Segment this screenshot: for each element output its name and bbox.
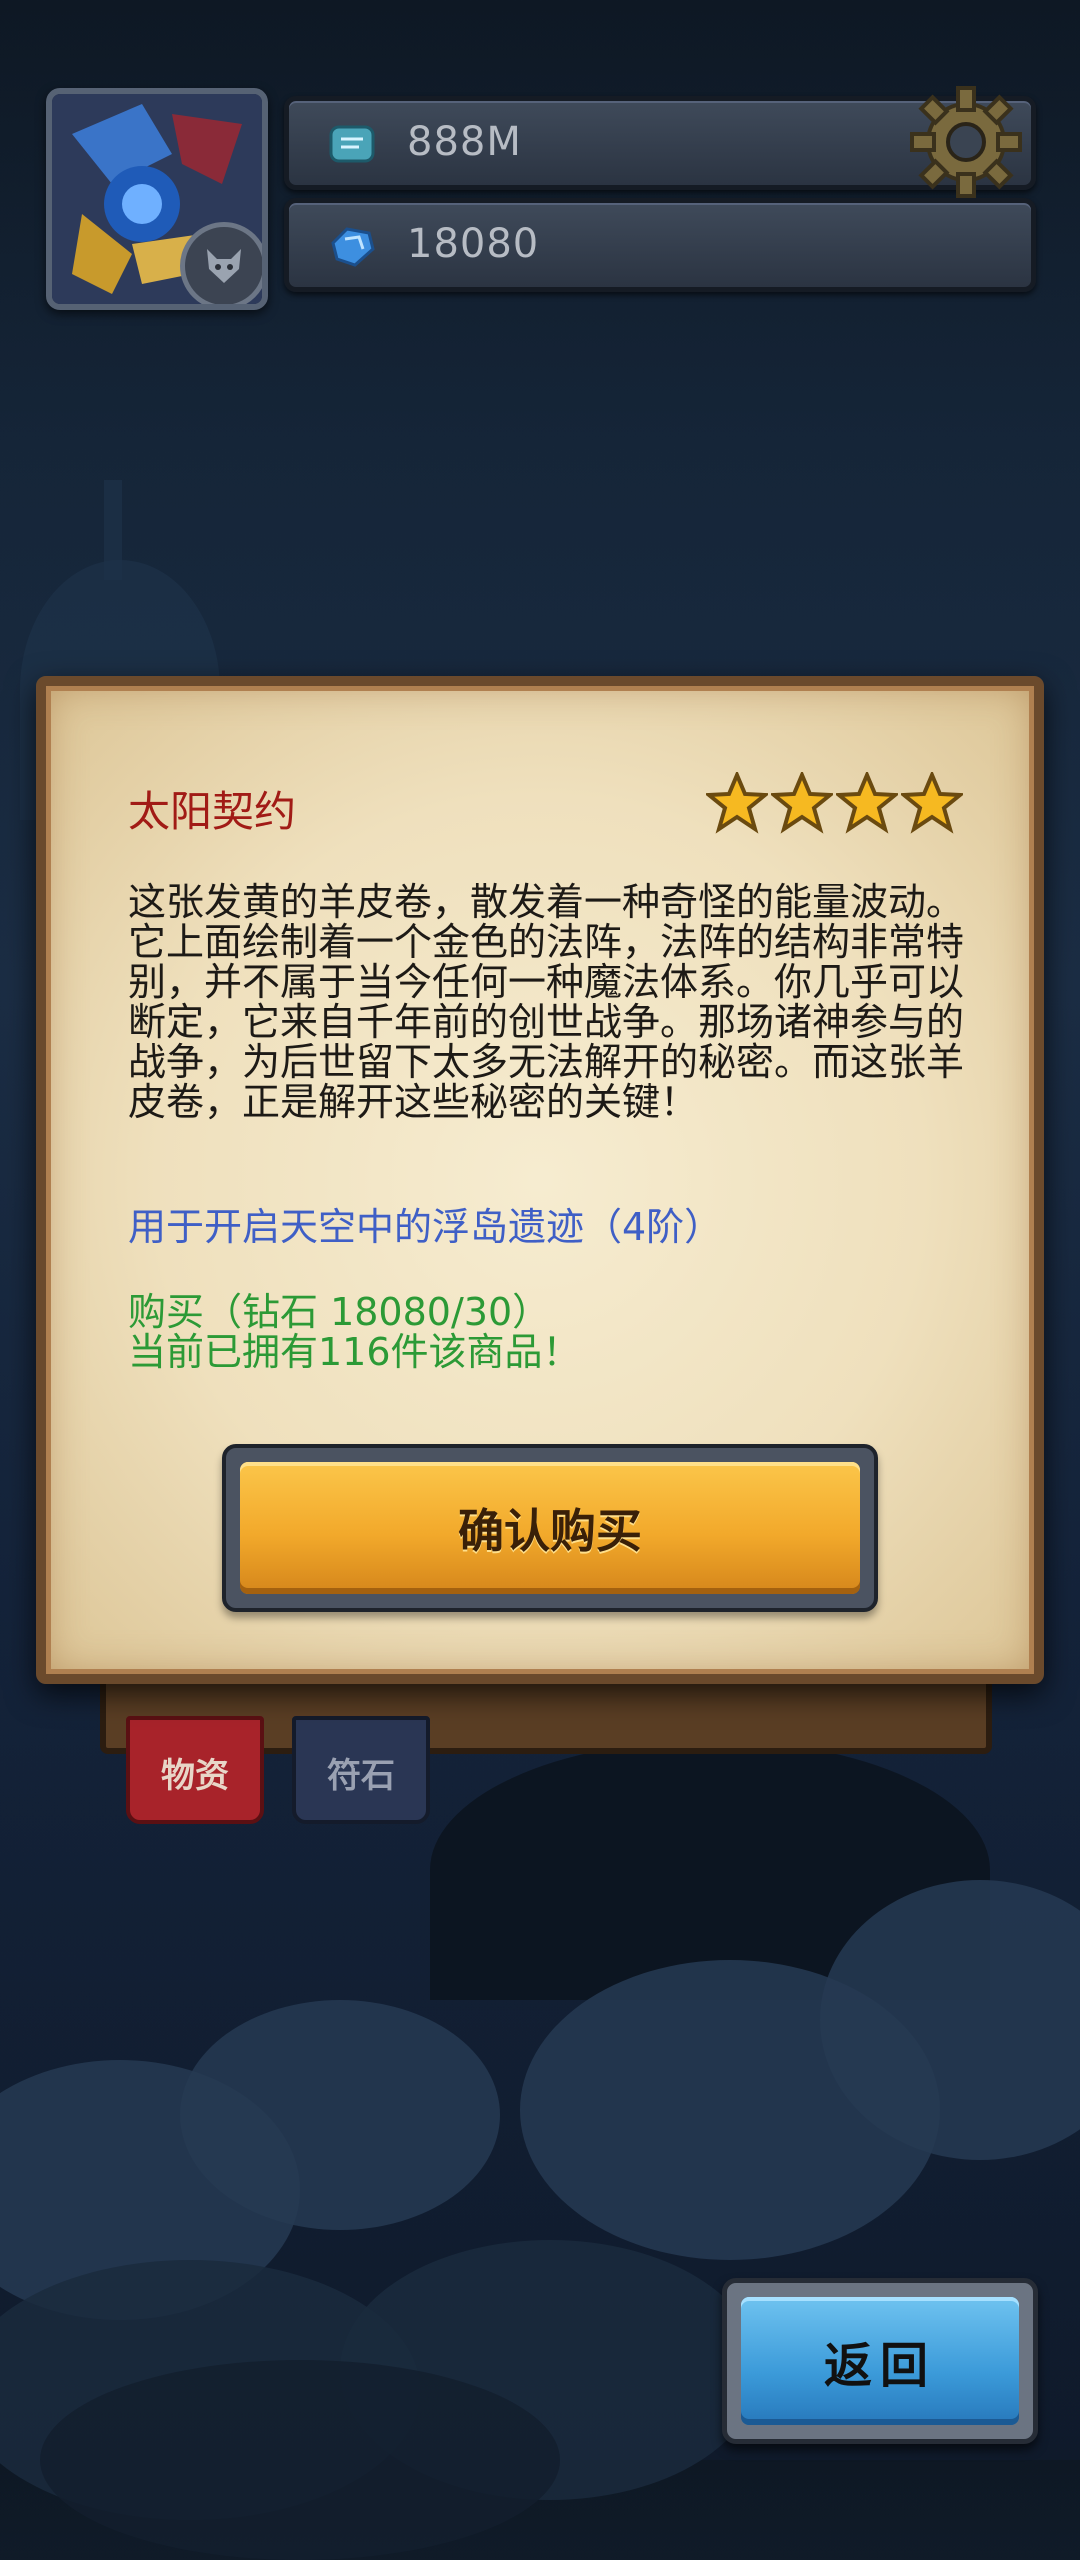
item-title: 太阳契约 bbox=[128, 787, 297, 836]
star-icon bbox=[901, 772, 963, 834]
scroll-coin-icon bbox=[329, 125, 375, 163]
tab-supplies[interactable]: 物资 bbox=[126, 1716, 264, 1824]
item-description: 这张发黄的羊皮卷，散发着一种奇怪的能量波动。它上面绘制着一个金色的法阵，法阵的结… bbox=[128, 880, 965, 1124]
diamond-icon bbox=[331, 227, 375, 267]
back-button-label: 返回 bbox=[823, 2338, 936, 2394]
confirm-purchase-face: 确认购买 bbox=[240, 1462, 860, 1594]
item-detail-dialog: 太阳契约 这张发黄的羊皮卷，散发着一种奇怪的能量波动。它上面绘制着一个金色的法阵… bbox=[36, 676, 1044, 1684]
gold-value: 888M bbox=[407, 119, 522, 165]
purchase-info: 购买（钻石 18080/30） 当前已拥有116件该商品！ bbox=[128, 1292, 581, 1372]
confirm-purchase-button[interactable]: 确认购买 bbox=[222, 1444, 878, 1612]
owned-count: 当前已拥有116件该商品！ bbox=[128, 1330, 581, 1374]
item-rating bbox=[706, 772, 963, 834]
star-icon bbox=[836, 772, 898, 834]
tab-runestones[interactable]: 符石 bbox=[292, 1716, 430, 1824]
purchase-price: 购买（钻石 18080/30） bbox=[128, 1290, 551, 1334]
item-usage: 用于开启天空中的浮岛遗迹（4阶） bbox=[128, 1205, 723, 1249]
player-avatar[interactable] bbox=[46, 88, 268, 310]
gear-icon[interactable] bbox=[906, 82, 1026, 202]
star-icon bbox=[771, 772, 833, 834]
back-button[interactable]: 返回 bbox=[722, 2278, 1038, 2444]
confirm-purchase-label: 确认购买 bbox=[458, 1504, 642, 1558]
star-icon bbox=[706, 772, 768, 834]
diamond-resource-bar: 18080 bbox=[284, 198, 1036, 292]
back-button-face: 返回 bbox=[741, 2297, 1019, 2425]
diamond-value: 18080 bbox=[407, 221, 540, 267]
wolf-emblem-icon bbox=[180, 222, 262, 304]
